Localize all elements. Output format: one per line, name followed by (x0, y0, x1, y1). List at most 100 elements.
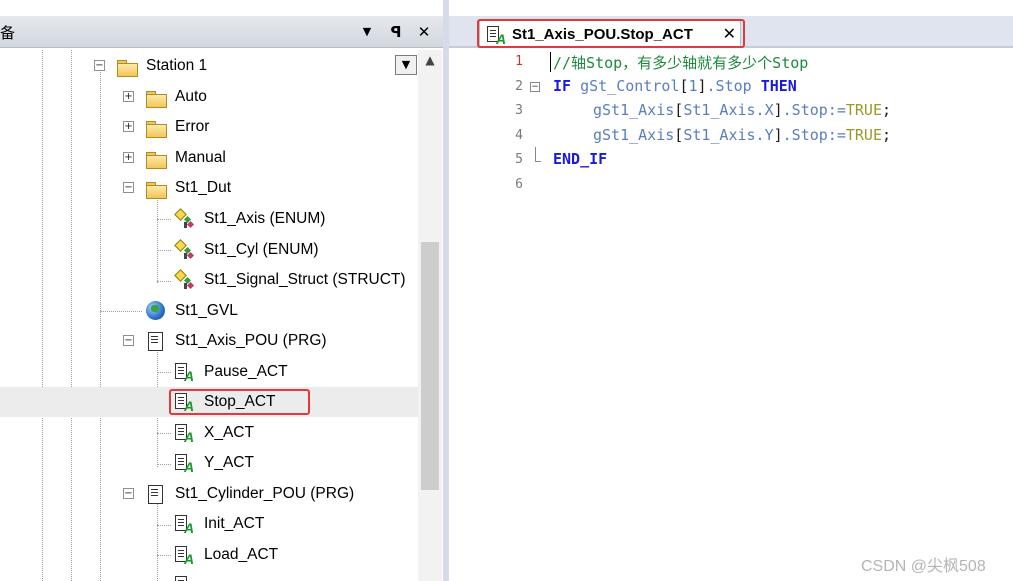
tree-item-label: St1_Axis (ENUM) (204, 210, 326, 227)
close-panel-button[interactable]: ✕ (414, 21, 434, 43)
tree-item-label: Error (175, 118, 210, 135)
expand-toggle[interactable]: + (123, 152, 134, 163)
tree-item-label: Auto (175, 88, 207, 105)
tree-item-error[interactable]: Error (145, 112, 209, 142)
folder-icon (145, 148, 167, 169)
tree-item-st1-gvl[interactable]: St1_GVL (145, 296, 238, 326)
code-line-1[interactable]: //轴Stop，有多少轴就有多少个Stop (553, 52, 808, 73)
tree-guide-line (157, 196, 158, 283)
tree-item-partial[interactable]: A (174, 570, 204, 581)
code-literal: TRUE (845, 101, 882, 119)
program-icon (145, 331, 167, 351)
watermark-text: CSDN @尖枫508 (861, 558, 986, 575)
tree-item-label: Station 1 (146, 57, 208, 74)
line-number: 5 (515, 152, 523, 167)
data-type-icon (174, 269, 196, 290)
code-index: 1 (688, 77, 698, 95)
folder-icon (145, 117, 167, 138)
code-comment: //轴Stop，有多少轴就有多少个Stop (553, 54, 809, 72)
tree-item-label: St1_Signal_Struct (STRUCT) (204, 271, 406, 288)
line-number: 4 (515, 128, 523, 143)
text-caret (550, 52, 551, 72)
code-punct: [ (674, 126, 684, 144)
code-editor-panel: A St1_Axis_POU.Stop_ACT ✕ 1 2 3 4 5 6 − … (449, 0, 1013, 581)
collapse-toggle[interactable]: − (123, 182, 134, 193)
globe-icon (145, 301, 167, 321)
code-punct: ] (773, 101, 783, 119)
tree-item-y-act[interactable]: A Y_ACT (174, 448, 254, 478)
program-icon (145, 484, 167, 504)
code-line-4[interactable]: gSt1_Axis[St1_Axis.Y].Stop:=TRUE; (593, 126, 891, 144)
tree-item-st1-cylinder-pou[interactable]: St1_Cylinder_POU (PRG) (145, 479, 354, 509)
tree-item-auto[interactable]: Auto (145, 82, 207, 112)
tree-guide-line (71, 50, 72, 581)
collapse-toggle[interactable]: − (94, 60, 105, 71)
project-tree-panel: 备 ▼ ꟼ ✕ ▼ ▲ − + + + − − − Station 1 Auto… (0, 0, 443, 581)
code-member: .Stop:= (782, 101, 846, 119)
tree-item-label: St1_Cyl (ENUM) (204, 241, 319, 258)
tree-item-manual[interactable]: Manual (145, 143, 226, 173)
tree-branch-line (157, 219, 171, 220)
code-literal: TRUE (845, 126, 882, 144)
scroll-up-arrow-icon[interactable]: ▲ (418, 53, 442, 73)
tree-guide-line (157, 502, 158, 581)
code-punct: ] (697, 77, 707, 95)
expand-toggle[interactable]: + (123, 91, 134, 102)
code-variable: gSt_Control (580, 77, 680, 95)
tree-branch-line (157, 433, 171, 434)
tree-item-label: St1_Axis_POU (PRG) (175, 332, 327, 349)
code-variable: gSt1_Axis (593, 126, 675, 144)
code-index: St1_Axis.X (683, 101, 774, 119)
tree-item-st1-dut[interactable]: St1_Dut (145, 173, 231, 203)
tree-branch-line (157, 464, 171, 465)
collapse-toggle[interactable]: − (123, 488, 134, 499)
tree-item-init-act[interactable]: A Init_ACT (174, 509, 264, 539)
code-line-2[interactable]: IF gSt_Control[1].Stop THEN (553, 77, 797, 95)
tree-item-station-1[interactable]: Station 1 (116, 51, 207, 81)
panel-menu-button[interactable]: ▼ (357, 21, 377, 43)
code-punct: ] (773, 126, 783, 144)
tree-branch-line (157, 281, 171, 282)
action-icon: A (174, 362, 196, 384)
scroll-thumb[interactable] (421, 242, 439, 490)
tree-guide-line (42, 50, 43, 581)
tree-guide-line (100, 72, 101, 581)
tree-scrollbar[interactable]: ▲ (418, 50, 442, 581)
code-keyword: IF (553, 77, 572, 95)
tree-item-label: Init_ACT (204, 515, 265, 532)
code-line-3[interactable]: gSt1_Axis[St1_Axis.X].Stop:=TRUE; (593, 101, 891, 119)
tree-item-label: St1_Dut (175, 179, 232, 196)
tree-item-label: Y_ACT (204, 454, 254, 471)
collapse-toggle[interactable]: − (123, 335, 134, 346)
folder-icon (145, 178, 167, 199)
expand-toggle[interactable]: + (123, 121, 134, 132)
tree-item-pause-act[interactable]: A Pause_ACT (174, 357, 288, 387)
tree-dropdown-button[interactable]: ▼ (395, 55, 417, 75)
code-index: St1_Axis.Y (683, 126, 774, 144)
tree-item-st1-cyl-enum[interactable]: St1_Cyl (ENUM) (174, 235, 319, 265)
code-keyword: END_IF (553, 150, 608, 168)
folder-icon (145, 87, 167, 108)
tree-item-label: Load_ACT (204, 546, 279, 563)
panel-title: 备 (0, 24, 16, 42)
code-line-5[interactable]: END_IF (553, 150, 607, 168)
tree-item-load-act[interactable]: A Load_ACT (174, 540, 278, 570)
fold-guide-line (535, 147, 536, 162)
code-keyword: THEN (760, 77, 797, 95)
annotation-highlight-box (169, 389, 310, 415)
fold-toggle-icon[interactable]: − (530, 82, 540, 92)
tree-branch-line (100, 311, 142, 312)
tree-item-st1-axis-pou[interactable]: St1_Axis_POU (PRG) (145, 326, 327, 356)
tree-branch-line (157, 525, 171, 526)
code-member: .Stop:= (782, 126, 846, 144)
tree-item-label: Manual (175, 149, 226, 166)
tree-item-st1-axis-enum[interactable]: St1_Axis (ENUM) (174, 204, 325, 234)
fold-guide-end (535, 161, 541, 162)
pin-icon[interactable]: ꟼ (386, 21, 406, 43)
code-variable: gSt1_Axis (593, 101, 675, 119)
code-member: .Stop (706, 77, 752, 95)
tree-branch-line (157, 555, 171, 556)
tree-item-st1-signal-struct[interactable]: St1_Signal_Struct (STRUCT) (174, 265, 406, 295)
tree-item-x-act[interactable]: A X_ACT (174, 418, 254, 448)
tree-item-label: Pause_ACT (204, 363, 288, 380)
